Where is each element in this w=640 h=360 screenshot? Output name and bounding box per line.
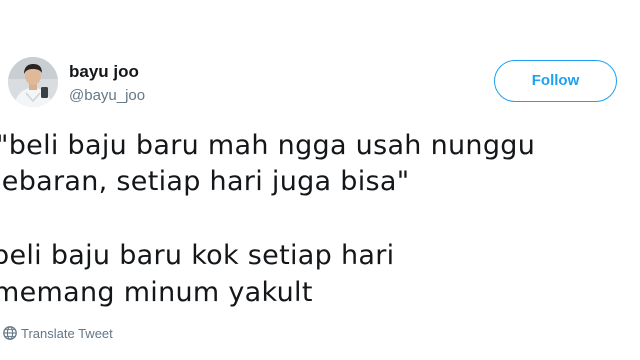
- avatar[interactable]: [8, 57, 58, 107]
- tweet-text-line: memang minum yakult: [0, 277, 313, 308]
- translate-tweet-label: Translate Tweet: [21, 325, 113, 341]
- display-name[interactable]: bayu joo: [69, 62, 139, 82]
- tweet-card: bayu joo @bayu_joo Follow "beli baju bar…: [0, 0, 640, 360]
- globe-icon: [2, 325, 18, 341]
- tweet-text-line: lebaran, setiap hari juga bisa": [0, 166, 410, 197]
- user-handle[interactable]: @bayu_joo: [69, 87, 145, 104]
- translate-tweet-link[interactable]: Translate Tweet: [0, 323, 113, 343]
- tweet-text-line: beli baju baru kok setiap hari: [0, 240, 395, 271]
- tweet-text-line: "beli baju baru mah ngga usah nunggu: [0, 130, 536, 161]
- follow-button[interactable]: Follow: [494, 60, 617, 102]
- avatar-image: [8, 57, 58, 107]
